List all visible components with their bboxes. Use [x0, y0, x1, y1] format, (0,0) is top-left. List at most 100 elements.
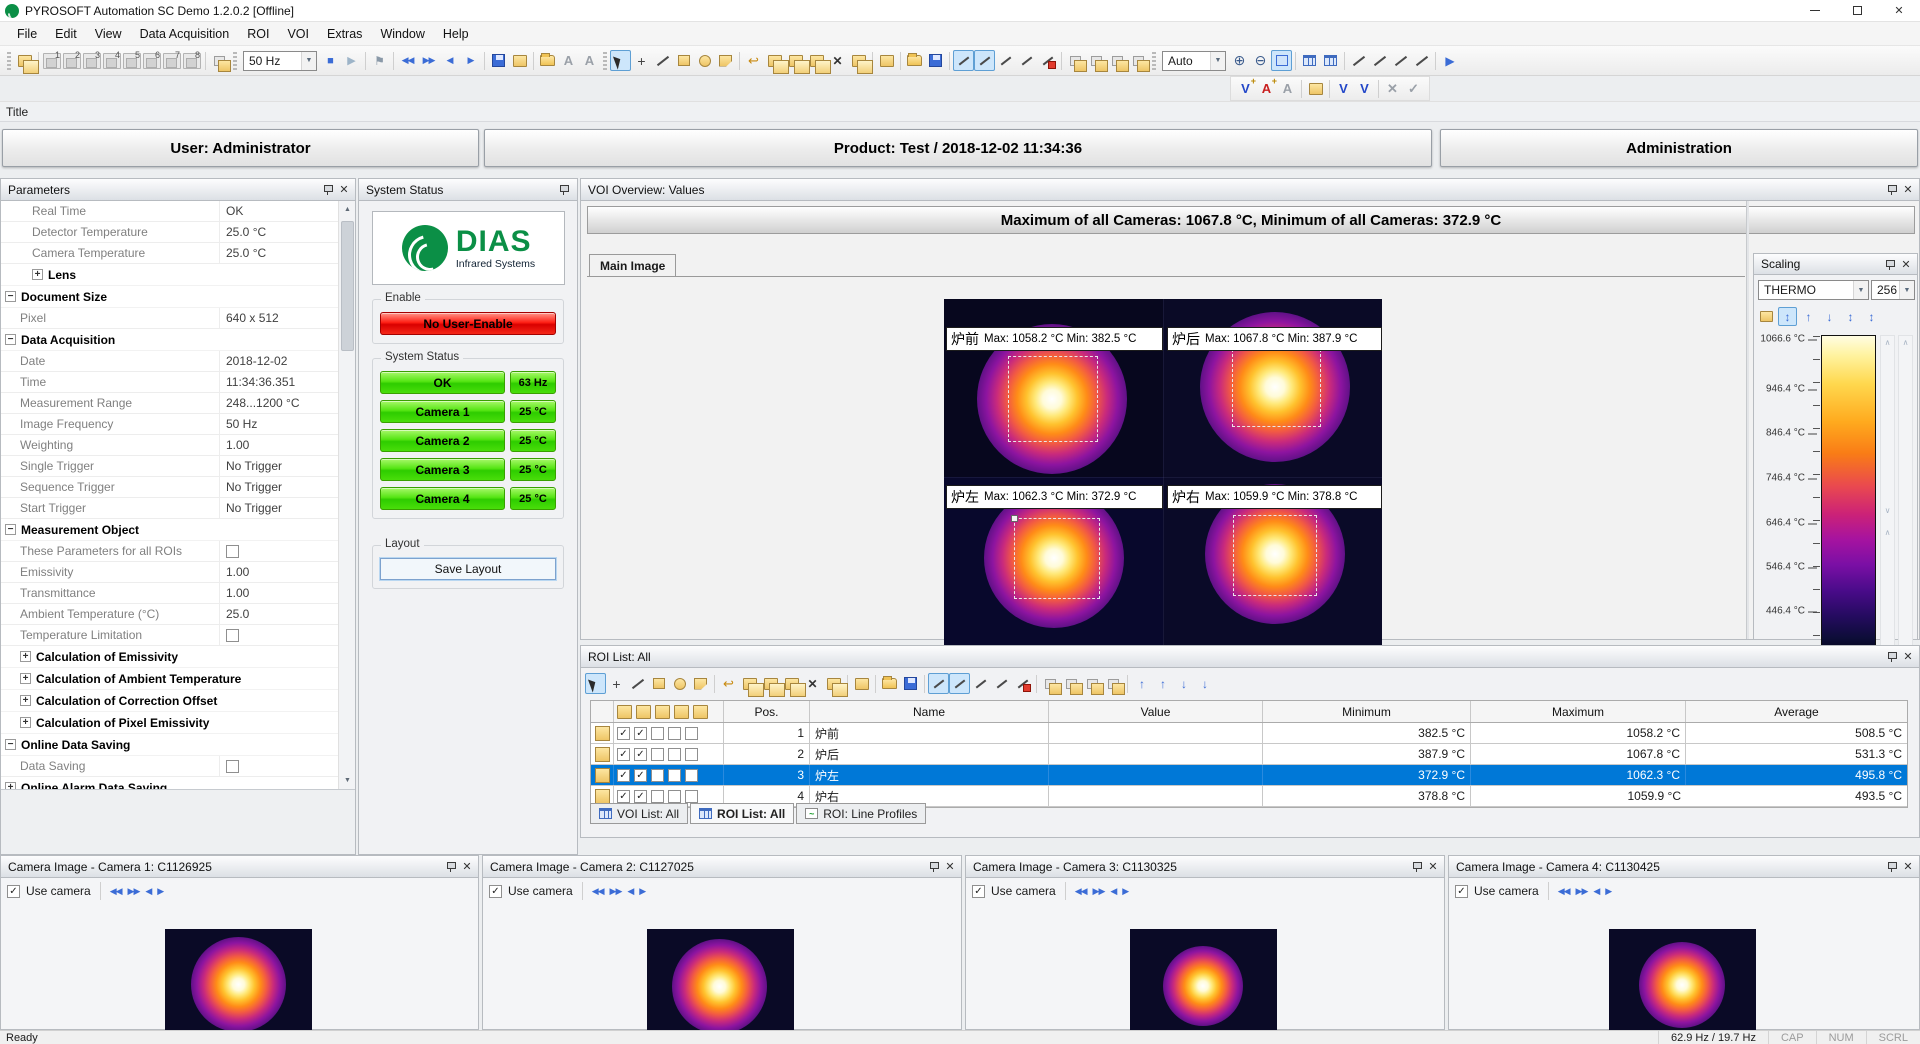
- shrink-scale-icon[interactable]: ↕: [1862, 307, 1881, 326]
- toolbar-grip[interactable]: [1152, 52, 1156, 70]
- move-up-icon[interactable]: ↑: [1152, 673, 1173, 694]
- camera3-temp-button[interactable]: 25 °C: [510, 458, 556, 481]
- roi-color-swatch[interactable]: [595, 789, 610, 804]
- use-camera-checkbox[interactable]: ✓: [7, 885, 20, 898]
- checkbox-unchecked[interactable]: [685, 790, 698, 803]
- param-category-calc-correction[interactable]: +Calculation of Correction Offset: [1, 690, 338, 712]
- send-to-back-icon[interactable]: [1061, 673, 1082, 694]
- checkbox-unchecked[interactable]: [668, 727, 681, 740]
- undo-icon[interactable]: ↩: [743, 50, 764, 71]
- status-rate-button[interactable]: 63 Hz: [510, 371, 556, 394]
- step-forward-icon[interactable]: ▶: [157, 886, 163, 897]
- splitter[interactable]: [1746, 201, 1749, 639]
- pointer-tool-icon[interactable]: [585, 673, 606, 694]
- fast-forward-icon[interactable]: ▶▶: [1576, 886, 1588, 897]
- pin-icon[interactable]: [928, 861, 939, 872]
- export-view-icon[interactable]: ▶: [1439, 50, 1460, 71]
- save-voi-icon[interactable]: V: [1354, 78, 1375, 99]
- flag-icon[interactable]: ⚑: [369, 50, 390, 71]
- zoom-fit-icon[interactable]: [1271, 50, 1292, 71]
- save-roi-icon[interactable]: [925, 50, 946, 71]
- select-roi-icon[interactable]: [823, 673, 844, 694]
- send-backward-icon[interactable]: [1103, 673, 1124, 694]
- param-row[interactable]: Pixel640 x 512: [1, 308, 338, 329]
- roi-color-swatch[interactable]: [595, 747, 610, 762]
- param-row[interactable]: These Parameters for all ROIs: [1, 541, 338, 562]
- rewind-icon[interactable]: ◀◀: [397, 50, 418, 71]
- param-row[interactable]: Ambient Temperature (°C)25.0: [1, 604, 338, 625]
- step-forward-icon[interactable]: ▶: [1605, 886, 1611, 897]
- checkbox-unchecked[interactable]: [651, 727, 664, 740]
- expand-icon[interactable]: +: [20, 695, 31, 706]
- param-category-lens[interactable]: +Lens: [1, 264, 338, 286]
- param-row[interactable]: Image Frequency50 Hz: [1, 414, 338, 435]
- roi-name-toggle-icon[interactable]: [949, 673, 970, 694]
- param-category-calc-pixel-emissivity[interactable]: +Calculation of Pixel Emissivity: [1, 712, 338, 734]
- auto-scale-icon[interactable]: ↕: [1778, 307, 1797, 326]
- pin-icon[interactable]: [1411, 861, 1422, 872]
- roi-color-swatch[interactable]: [595, 768, 610, 783]
- ellipse-tool-icon[interactable]: [669, 673, 690, 694]
- pin-icon[interactable]: [1886, 184, 1897, 195]
- roi-rect-rear[interactable]: [1232, 344, 1321, 427]
- chevron-down-icon[interactable]: ∨: [1881, 506, 1894, 515]
- move-bottom-icon[interactable]: ↓: [1194, 673, 1215, 694]
- camera4-temp-button[interactable]: 25 °C: [510, 487, 556, 510]
- zoom-mode-select[interactable]: Auto ▼: [1162, 51, 1226, 71]
- voi-properties-icon[interactable]: [1305, 78, 1326, 99]
- column-value[interactable]: Value: [1049, 701, 1263, 722]
- camera1-temp-button[interactable]: 25 °C: [510, 400, 556, 423]
- menu-window[interactable]: Window: [371, 22, 433, 46]
- menu-data-acquisition[interactable]: Data Acquisition: [131, 22, 239, 46]
- checkbox-unchecked[interactable]: [685, 769, 698, 782]
- fast-forward-icon[interactable]: ▶▶: [610, 886, 622, 897]
- window-layout-3-icon[interactable]: 3: [83, 53, 101, 69]
- delete-roi-icon[interactable]: ✕: [802, 673, 823, 694]
- collapse-icon[interactable]: −: [5, 291, 16, 302]
- crosshair-tool-icon[interactable]: +: [606, 673, 627, 694]
- camera2-temp-button[interactable]: 25 °C: [510, 429, 556, 452]
- polygon-tool-icon[interactable]: [715, 50, 736, 71]
- ellipse-tool-icon[interactable]: [694, 50, 715, 71]
- close-icon[interactable]: ✕: [1901, 183, 1915, 197]
- duplicate-roi-icon[interactable]: [806, 50, 827, 71]
- roi-rect-front[interactable]: [1008, 356, 1098, 442]
- paste-roi-icon[interactable]: [760, 673, 781, 694]
- show-roi-icon[interactable]: [617, 705, 632, 719]
- checkbox-unchecked[interactable]: [668, 790, 681, 803]
- close-icon[interactable]: ✕: [1901, 650, 1915, 664]
- polygon-tool-icon[interactable]: [690, 673, 711, 694]
- copy-roi-icon[interactable]: [739, 673, 760, 694]
- scroll-down-icon[interactable]: ▼: [339, 772, 356, 789]
- line-tool-icon[interactable]: [652, 50, 673, 71]
- param-category-calc-ambient[interactable]: +Calculation of Ambient Temperature: [1, 668, 338, 690]
- expand-scale-icon[interactable]: ↕: [1841, 307, 1860, 326]
- roi-table-row[interactable]: ✓ ✓ 2 炉后 387.9 °C 1067.8 °C 531.3 °C: [591, 744, 1907, 765]
- tab-voi-list[interactable]: VOI List: All: [590, 803, 688, 824]
- param-row[interactable]: Single TriggerNo Trigger: [1, 456, 338, 477]
- tab-roi-line-profiles[interactable]: ~ ROI: Line Profiles: [796, 803, 926, 824]
- checkbox-unchecked[interactable]: [685, 748, 698, 761]
- rewind-icon[interactable]: ◀◀: [592, 886, 604, 897]
- text-annotation-icon[interactable]: A: [558, 50, 579, 71]
- roi-table-row-selected[interactable]: ✓ ✓ 3 炉左 372.9 °C 1062.3 °C 495.8 °C: [591, 765, 1907, 786]
- fast-forward-icon[interactable]: ▶▶: [128, 886, 140, 897]
- window-layout-6-icon[interactable]: 6: [143, 53, 161, 69]
- menu-view[interactable]: View: [86, 22, 131, 46]
- roi-properties-icon[interactable]: [876, 50, 897, 71]
- param-row[interactable]: Date2018-12-02: [1, 351, 338, 372]
- delete-roi-icon[interactable]: ✕: [827, 50, 848, 71]
- menu-help[interactable]: Help: [434, 22, 478, 46]
- fast-forward-icon[interactable]: ▶▶: [418, 50, 439, 71]
- line-tool-icon[interactable]: [627, 673, 648, 694]
- checkbox-unchecked[interactable]: [651, 769, 664, 782]
- bring-forward-icon[interactable]: [1107, 50, 1128, 71]
- checkbox-unchecked[interactable]: [226, 629, 239, 642]
- pin-icon[interactable]: [1886, 861, 1897, 872]
- step-back-icon[interactable]: ◀: [145, 886, 151, 897]
- window-layout-8-icon[interactable]: 8: [183, 53, 201, 69]
- camera4-status-button[interactable]: Camera 4: [380, 487, 505, 510]
- record-single-icon[interactable]: [509, 50, 530, 71]
- checkbox-checked[interactable]: ✓: [617, 748, 630, 761]
- close-icon[interactable]: ✕: [1899, 257, 1913, 271]
